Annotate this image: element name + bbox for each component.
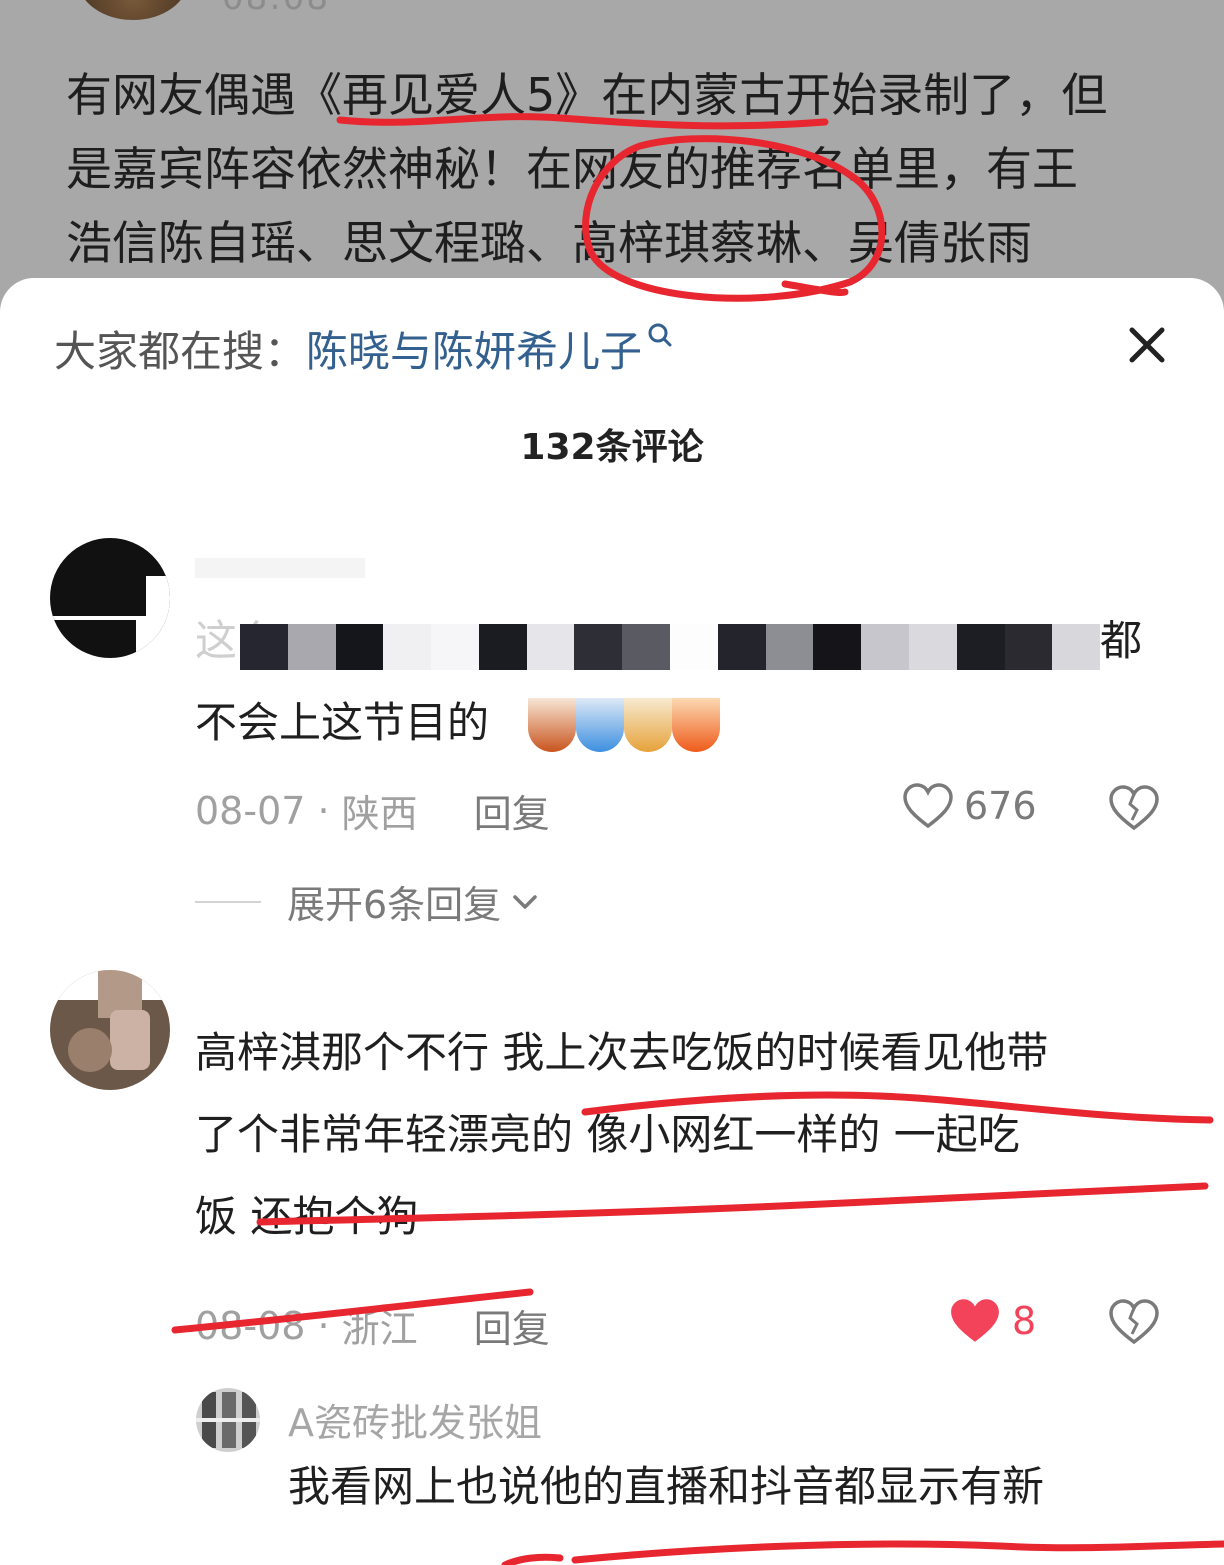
comment-text-line: 饭 还抱个狗 (195, 1192, 419, 1241)
meta-separator: · (305, 788, 342, 833)
post-author-avatar (78, 0, 188, 20)
comment-text-fragment: 都 (1100, 616, 1143, 665)
dislike-button[interactable] (1108, 784, 1160, 836)
censored-block (195, 558, 365, 578)
heart-filled-icon (951, 1299, 999, 1342)
post-line: 有网友偶遇《再见爱人5》在内蒙古开始录制了，但 (66, 68, 1108, 122)
like-count: 8 (1012, 1299, 1037, 1343)
chevron-down-icon (513, 894, 537, 909)
comment-text-line: 不会上这节目的 (195, 682, 489, 764)
reply-button[interactable]: 回复 (474, 783, 550, 838)
trending-search-link[interactable]: 陈晓与陈妍希儿子 (306, 318, 642, 379)
broken-heart-icon (1109, 1299, 1159, 1345)
like-button[interactable]: 676 (902, 782, 1037, 830)
post-time: 08:08 (222, 0, 330, 18)
search-icon[interactable] (646, 317, 676, 357)
like-button[interactable]: 8 (948, 1296, 1036, 1346)
censored-strip (240, 624, 1101, 670)
expand-replies-label: 展开6条回复 (287, 883, 502, 927)
comment-text: 高梓淇那个不行 我上次去吃饭的时候看见他带 了个非常年轻漂亮的 像小网红一样的 … (195, 1012, 1175, 1258)
reply-button[interactable]: 回复 (474, 1298, 550, 1353)
comment-location: 陕西 (341, 792, 418, 836)
avatar[interactable] (50, 970, 170, 1090)
broken-heart-icon (1109, 785, 1159, 831)
comment-location: 浙江 (341, 1307, 418, 1351)
comment-text-fragment: 不会上这节目的 (195, 698, 490, 747)
close-icon[interactable] (1120, 318, 1174, 372)
comment-text-line: 了个非常年轻漂亮的 像小网红一样的 一起吃 (195, 1110, 1020, 1159)
comment-text-line: 高梓淇那个不行 我上次去吃饭的时候看见他带 (195, 1028, 1049, 1077)
comment-sheet: 大家都在搜： 陈晓与陈妍希儿子 132条评论 这么 都 不会上这节目的 08-0… (0, 278, 1224, 1565)
avatar[interactable] (50, 538, 170, 658)
trending-search-label: 大家都在搜： (54, 327, 307, 376)
comment-meta: 08-08 · 浙江 回复 (195, 1298, 550, 1353)
avatar[interactable] (196, 1388, 260, 1452)
divider-line (195, 900, 261, 903)
emoji-censor (528, 698, 720, 752)
reply-item: A瓷砖批发张姐 我看网上也说他的直播和抖音都显示有新 (0, 1388, 1224, 1565)
heart-outline-icon (903, 783, 953, 829)
trending-search: 大家都在搜： 陈晓与陈妍希儿子 (54, 318, 676, 379)
like-count: 676 (964, 784, 1037, 828)
post-text: 有网友偶遇《再见爱人5》在内蒙古开始录制了，但 是嘉宾阵容依然神秘！在网友的推荐… (66, 58, 1166, 280)
reply-username[interactable]: A瓷砖批发张姐 (288, 1392, 542, 1447)
comment-text-line: 都 (1100, 600, 1142, 682)
post-line: 浩信陈自瑶、思文程璐、高梓琪蔡琳、吴倩张雨 (66, 216, 1032, 270)
comment-count-title: 132条评论 (520, 427, 704, 468)
dislike-button[interactable] (1108, 1298, 1160, 1350)
comment-date: 08-07 (195, 788, 306, 833)
expand-replies-button[interactable]: 展开6条回复 (195, 874, 543, 929)
comment-date: 08-08 (195, 1303, 306, 1348)
meta-separator: · (305, 1303, 342, 1348)
background-post: 08:08 有网友偶遇《再见爱人5》在内蒙古开始录制了，但 是嘉宾阵容依然神秘！… (0, 0, 1224, 300)
comment-meta: 08-07 · 陕西 回复 (195, 783, 550, 838)
post-line: 是嘉宾阵容依然神秘！在网友的推荐名单里，有王 (66, 142, 1078, 196)
reply-text: 我看网上也说他的直播和抖音都显示有新 (288, 1462, 1045, 1511)
